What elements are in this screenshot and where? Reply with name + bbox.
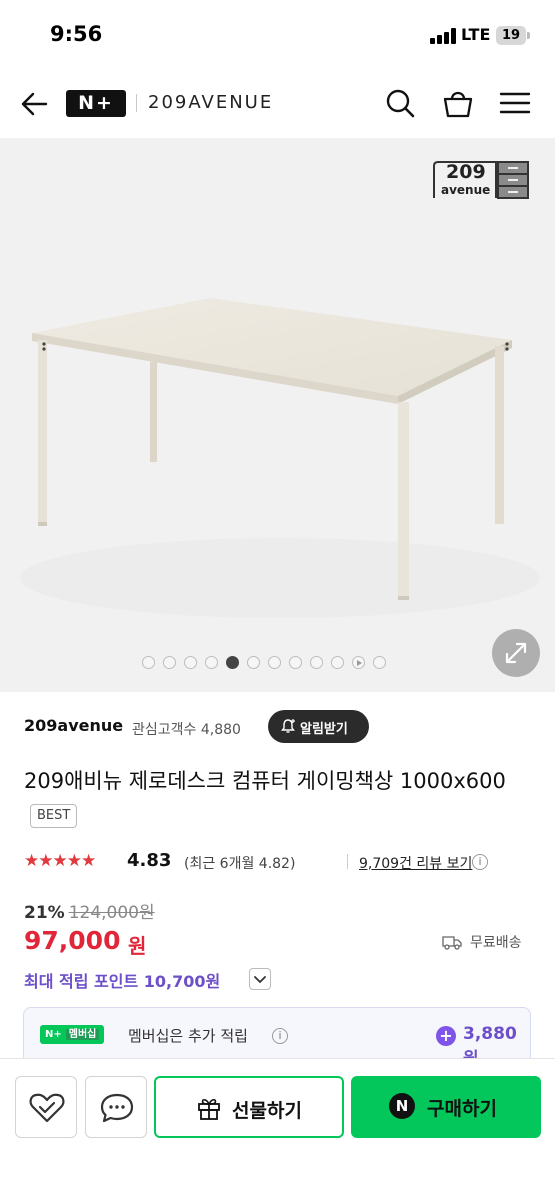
expand-icon xyxy=(505,642,527,664)
signal-icon xyxy=(430,28,456,44)
original-price: 124,000원 xyxy=(68,903,155,923)
chevron-down-icon xyxy=(254,976,266,984)
carousel-dot[interactable] xyxy=(247,656,260,669)
carousel-dot[interactable] xyxy=(331,656,344,669)
brand-watermark: 209 avenue xyxy=(432,160,532,200)
seller-row: 209avenue 관심고객수 4,880 알림받기 xyxy=(0,692,555,762)
arrow-left-icon xyxy=(21,92,48,116)
search-button[interactable] xyxy=(382,85,418,121)
product-image-carousel[interactable]: 209 avenue xyxy=(0,138,555,692)
status-bar: 9:56 LTE 19 xyxy=(0,0,555,70)
shipping-label: 무료배송 xyxy=(470,935,522,951)
chat-button[interactable] xyxy=(85,1076,147,1138)
heart-check-icon xyxy=(29,1093,65,1123)
carousel-dot-video[interactable] xyxy=(352,656,365,669)
wishlist-button[interactable] xyxy=(15,1076,77,1138)
max-points-row[interactable]: 최대 적립 포인트 10,700원 xyxy=(24,968,271,991)
chat-bubble-icon xyxy=(100,1093,134,1123)
membership-info-icon[interactable]: i xyxy=(272,1028,288,1044)
seller-name[interactable]: 209avenue xyxy=(24,716,123,735)
carousel-dot[interactable] xyxy=(373,656,386,669)
rating-divider xyxy=(347,854,348,869)
carousel-dot[interactable] xyxy=(205,656,218,669)
menu-button[interactable] xyxy=(497,85,533,121)
search-icon xyxy=(386,89,415,118)
carousel-dot[interactable] xyxy=(226,656,239,669)
notify-button[interactable]: 알림받기 xyxy=(268,710,369,743)
sale-price: 97,000 xyxy=(24,926,121,955)
nplus-logo[interactable]: N+ xyxy=(66,90,126,117)
product-title: 209애비뉴 제로데스크 컴퓨터 게이밍책상 1000x600 xyxy=(24,769,506,793)
seller-followers: 관심고객수 4,880 xyxy=(132,722,241,738)
bell-plus-icon xyxy=(281,719,295,733)
npay-icon: N xyxy=(389,1093,415,1119)
status-time: 9:56 xyxy=(50,22,103,46)
logo-divider xyxy=(136,94,137,112)
rating-score: 4.83 xyxy=(127,850,172,871)
expand-image-button[interactable] xyxy=(492,629,540,677)
rating-stars: ★★★★★ xyxy=(24,851,96,871)
best-badge: BEST xyxy=(30,804,78,828)
battery-icon: 19 xyxy=(496,26,526,45)
carousel-dot[interactable] xyxy=(268,656,281,669)
gift-button[interactable]: 선물하기 xyxy=(154,1076,344,1138)
truck-icon xyxy=(442,936,462,950)
max-points-label: 최대 적립 포인트 10,700원 xyxy=(24,972,221,991)
battery-tip xyxy=(527,32,530,39)
discount-row: 21% 124,000원 xyxy=(24,898,155,923)
membership-text: 멤버십은 추가 적립 xyxy=(128,1027,248,1045)
membership-badge-logo: N+ xyxy=(45,1029,62,1040)
desk-product-image xyxy=(20,298,540,618)
carousel-dot[interactable] xyxy=(310,656,323,669)
hamburger-menu-icon xyxy=(499,92,531,114)
info-icon[interactable]: i xyxy=(472,854,488,870)
carousel-dot[interactable] xyxy=(142,656,155,669)
buy-button[interactable]: N 구매하기 xyxy=(351,1076,541,1138)
carousel-dot[interactable] xyxy=(184,656,197,669)
gift-icon xyxy=(198,1098,220,1120)
brand-badge-word: avenue xyxy=(441,183,491,197)
basket-icon xyxy=(443,91,473,118)
gift-label: 선물하기 xyxy=(232,1100,302,1122)
store-name[interactable]: 209AVENUE xyxy=(148,92,273,113)
app-header: N+ 209AVENUE xyxy=(0,70,555,138)
network-label: LTE xyxy=(461,25,491,44)
recent-rating: (최근 6개월 4.82) xyxy=(184,856,296,872)
membership-badge: N+ 멤버십 xyxy=(40,1025,105,1044)
brand-badge-number: 209 xyxy=(446,161,486,183)
discount-rate: 21% xyxy=(24,903,65,923)
back-button[interactable] xyxy=(16,86,52,122)
notify-label: 알림받기 xyxy=(300,722,348,737)
membership-badge-label: 멤버십 xyxy=(65,1029,100,1040)
carousel-dot[interactable] xyxy=(289,656,302,669)
points-expand-button[interactable] xyxy=(249,968,271,990)
bottom-action-bar: 선물하기 N 구매하기 xyxy=(0,1058,555,1200)
carousel-indicator xyxy=(142,656,386,670)
sale-price-unit: 원 xyxy=(128,934,147,958)
buy-label: 구매하기 xyxy=(427,1098,497,1120)
cart-button[interactable] xyxy=(440,85,476,121)
plus-circle-icon: + xyxy=(436,1026,456,1046)
product-title-block: 209애비뉴 제로데스크 컴퓨터 게이밍책상 1000x600 BEST xyxy=(24,764,524,832)
carousel-dot[interactable] xyxy=(163,656,176,669)
review-link[interactable]: 9,709건 리뷰 보기 xyxy=(359,853,472,873)
rating-row: ★★★★★ 4.83 (최근 6개월 4.82) 9,709건 리뷰 보기 i xyxy=(24,848,544,876)
